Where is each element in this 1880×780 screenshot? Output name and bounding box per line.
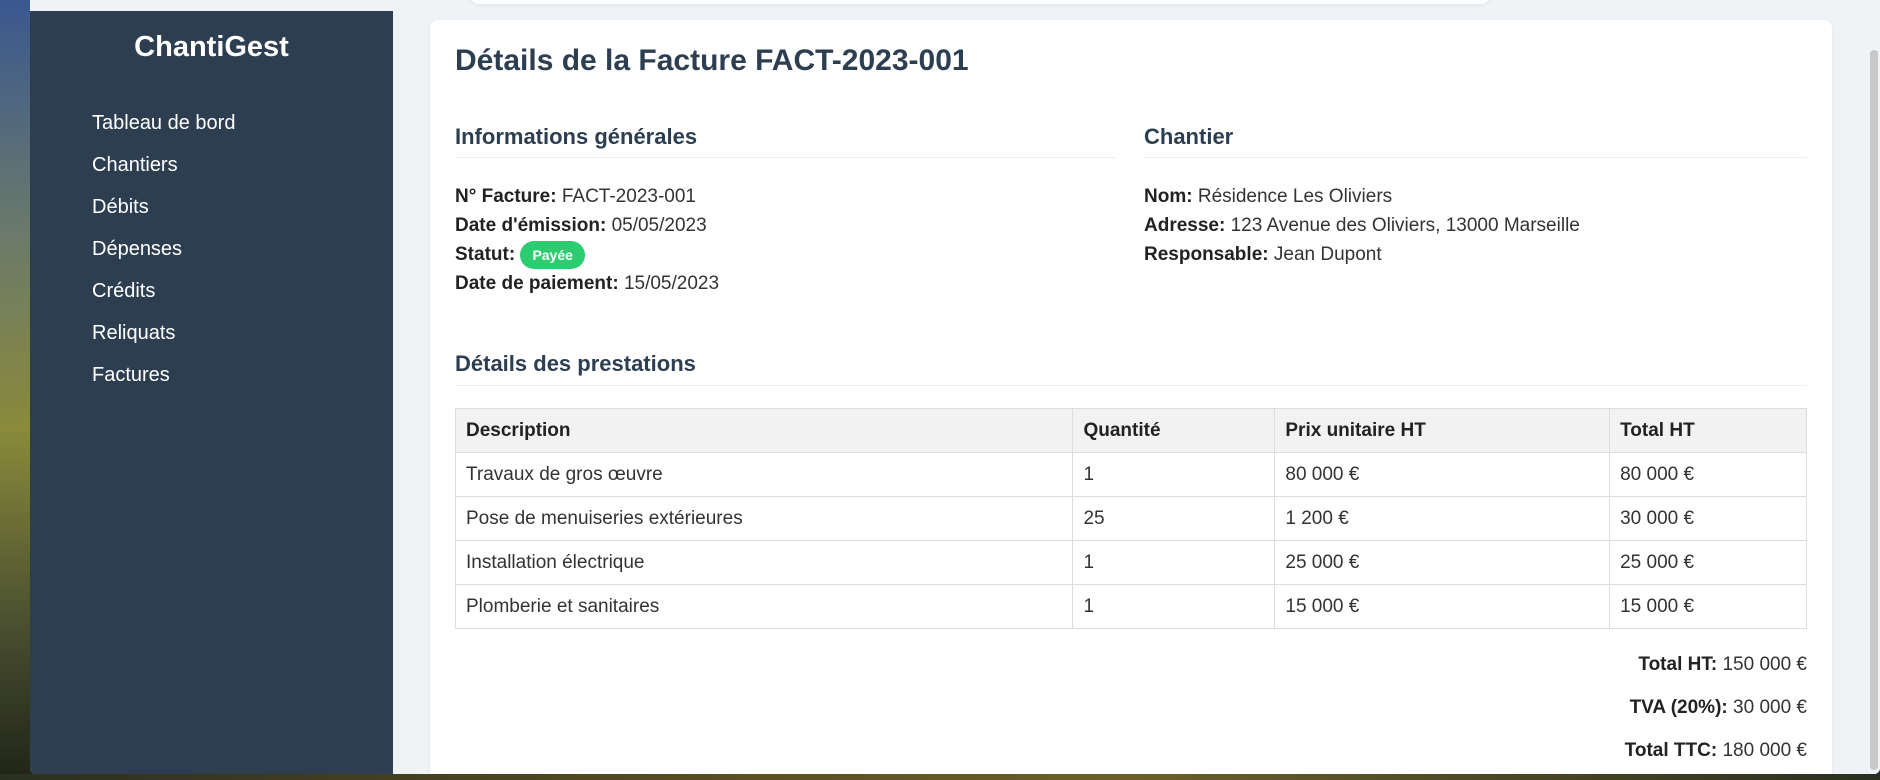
tva-line: TVA (20%): 30 000 € xyxy=(455,690,1807,733)
sidebar-item-tableau-de-bord[interactable]: Tableau de bord xyxy=(92,101,393,143)
info-columns: Informations générales N° Facture: FACT-… xyxy=(455,124,1807,344)
cell-description: Travaux de gros œuvre xyxy=(454,452,1074,497)
cell-unit-price: 80 000 € xyxy=(1274,452,1611,497)
site-info-title: Chantier xyxy=(1144,124,1807,158)
site-info-section: Chantier Nom: Résidence Les Oliviers Adr… xyxy=(1144,124,1807,269)
total-ht-line: Total HT: 150 000 € xyxy=(455,647,1807,690)
sidebar-item-credits[interactable]: Crédits xyxy=(92,269,393,311)
cell-quantity: 25 xyxy=(1072,496,1276,541)
column-header-total: Total HT xyxy=(1609,408,1807,453)
sidebar-item-debits[interactable]: Débits xyxy=(92,185,393,227)
tva-value: 30 000 € xyxy=(1733,697,1807,718)
site-address-value: 123 Avenue des Oliviers, 13000 Marseille xyxy=(1230,215,1580,236)
sidebar-item-chantiers[interactable]: Chantiers xyxy=(92,143,393,185)
cell-quantity: 1 xyxy=(1072,540,1276,585)
tva-label: TVA (20%): xyxy=(1629,697,1728,718)
cell-description: Pose de menuiseries extérieures xyxy=(454,496,1074,541)
general-info-title: Informations générales xyxy=(455,124,1117,158)
cell-description: Installation électrique xyxy=(454,540,1074,585)
site-manager-value: Jean Dupont xyxy=(1273,244,1382,265)
column-header-unit-price: Prix unitaire HT xyxy=(1274,408,1611,453)
payment-date-label: Date de paiement: xyxy=(455,273,619,294)
table-row: Installation électrique 1 25 000 € 25 00… xyxy=(454,540,1807,585)
prestations-title: Détails des prestations xyxy=(455,351,1807,386)
brand-logo[interactable]: ChantiGest xyxy=(30,11,393,101)
general-info-section: Informations générales N° Facture: FACT-… xyxy=(455,124,1117,298)
sidebar-item-label: Chantiers xyxy=(92,154,178,176)
issue-date-line: Date d'émission: 05/05/2023 xyxy=(455,211,1117,240)
issue-date-label: Date d'émission: xyxy=(455,215,607,236)
desktop-taskbar-edge xyxy=(0,774,1880,780)
cell-quantity: 1 xyxy=(1072,584,1276,629)
site-manager-label: Responsable: xyxy=(1144,244,1269,265)
status-label: Statut: xyxy=(455,244,516,265)
payment-date-value: 15/05/2023 xyxy=(623,273,720,294)
invoice-details-card: Détails de la Facture FACT-2023-001 Info… xyxy=(430,20,1832,774)
sidebar-item-factures[interactable]: Factures xyxy=(92,353,393,395)
totals-block: Total HT: 150 000 € TVA (20%): 30 000 € … xyxy=(455,647,1807,774)
table-row: Pose de menuiseries extérieures 25 1 200… xyxy=(454,496,1807,541)
prestations-table: Description Quantité Prix unitaire HT To… xyxy=(454,408,1807,629)
site-manager-line: Responsable: Jean Dupont xyxy=(1144,240,1807,269)
total-ht-label: Total HT: xyxy=(1638,654,1718,675)
cell-unit-price: 15 000 € xyxy=(1274,584,1611,629)
invoice-number-value: FACT-2023-001 xyxy=(561,186,696,207)
site-address-label: Adresse: xyxy=(1144,215,1226,236)
sidebar-nav: Tableau de bord Chantiers Débits Dépense… xyxy=(30,101,393,395)
total-ttc-line: Total TTC: 180 000 € xyxy=(455,733,1807,774)
payment-date-line: Date de paiement: 15/05/2023 xyxy=(455,269,1117,298)
total-ht-value: 150 000 € xyxy=(1722,654,1807,675)
invoice-number-line: N° Facture: FACT-2023-001 xyxy=(455,182,1117,211)
sidebar-item-label: Dépenses xyxy=(92,238,183,260)
cell-quantity: 1 xyxy=(1072,452,1276,497)
sidebar-item-label: Débits xyxy=(92,196,149,218)
site-name-value: Résidence Les Oliviers xyxy=(1197,186,1393,207)
total-ttc-label: Total TTC: xyxy=(1624,740,1718,761)
column-header-quantity: Quantité xyxy=(1072,408,1276,453)
table-header-row: Description Quantité Prix unitaire HT To… xyxy=(454,408,1807,453)
cell-description: Plomberie et sanitaires xyxy=(454,584,1074,629)
table-row: Plomberie et sanitaires 1 15 000 € 15 00… xyxy=(454,584,1807,629)
table-row: Travaux de gros œuvre 1 80 000 € 80 000 … xyxy=(454,452,1807,497)
issue-date-value: 05/05/2023 xyxy=(611,215,707,236)
cell-total: 15 000 € xyxy=(1609,584,1807,629)
site-name-line: Nom: Résidence Les Oliviers xyxy=(1144,182,1807,211)
cell-unit-price: 1 200 € xyxy=(1274,496,1611,541)
status-line: Statut: Payée xyxy=(455,240,1117,269)
sidebar-item-label: Factures xyxy=(92,364,170,386)
cell-unit-price: 25 000 € xyxy=(1274,540,1611,585)
total-ttc-value: 180 000 € xyxy=(1722,740,1807,761)
sidebar-item-label: Reliquats xyxy=(92,322,176,344)
sidebar-item-label: Tableau de bord xyxy=(92,112,236,134)
cell-total: 80 000 € xyxy=(1609,452,1807,497)
sidebar-item-reliquats[interactable]: Reliquats xyxy=(92,311,393,353)
address-bar[interactable] xyxy=(470,0,1490,4)
page-title: Détails de la Facture FACT-2023-001 xyxy=(455,44,969,77)
sidebar-item-label: Crédits xyxy=(92,280,156,302)
site-address-line: Adresse: 123 Avenue des Oliviers, 13000 … xyxy=(1144,211,1807,240)
sidebar: ChantiGest Tableau de bord Chantiers Déb… xyxy=(30,11,393,774)
status-badge: Payée xyxy=(520,240,585,269)
invoice-number-label: N° Facture: xyxy=(455,186,557,207)
page-scrollbar[interactable] xyxy=(1866,0,1880,774)
site-name-label: Nom: xyxy=(1144,186,1193,207)
sidebar-item-depenses[interactable]: Dépenses xyxy=(92,227,393,269)
scrollbar-thumb[interactable] xyxy=(1870,50,1878,770)
cell-total: 30 000 € xyxy=(1609,496,1807,541)
browser-window: ChantiGest Tableau de bord Chantiers Déb… xyxy=(30,0,1880,774)
column-header-description: Description xyxy=(454,408,1074,453)
cell-total: 25 000 € xyxy=(1609,540,1807,585)
